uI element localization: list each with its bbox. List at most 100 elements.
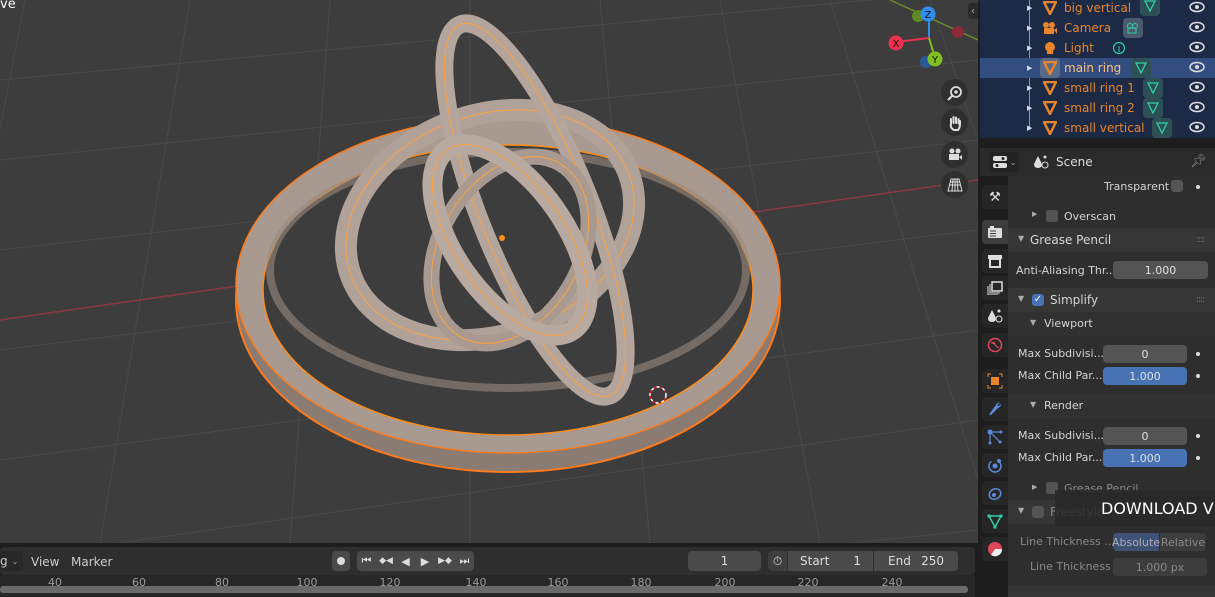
viewport-max-child-field[interactable]: 1.000: [1103, 367, 1187, 385]
3d-viewport[interactable]: Z X Y ve ‹: [0, 0, 978, 543]
timeline-mode-select[interactable]: g ⌄: [0, 551, 23, 571]
collapse-arrow-icon: ▼: [1030, 400, 1037, 409]
tab-view-layer[interactable]: [982, 276, 1008, 300]
outliner-item[interactable]: ▶ Camera: [980, 18, 1215, 38]
current-frame-field[interactable]: 1: [688, 551, 761, 571]
drag-handle-icon[interactable]: ::::: [1196, 295, 1205, 305]
viewport-max-child-label: Max Child Par...: [1018, 369, 1103, 382]
eye-visibility-icon[interactable]: [1189, 61, 1205, 76]
prev-keyframe-button[interactable]: ◆◀: [376, 551, 396, 571]
expand-arrow-icon[interactable]: ▶: [1027, 104, 1032, 112]
play-reverse-button[interactable]: ◀: [396, 551, 415, 571]
tab-output[interactable]: [982, 249, 1008, 273]
pan-button[interactable]: [941, 109, 968, 136]
modifier-icon: [989, 402, 1001, 415]
jump-start-button[interactable]: ⏮: [357, 551, 376, 571]
pin-icon[interactable]: 📌︎: [1190, 154, 1207, 169]
play-button[interactable]: ▶: [415, 551, 435, 571]
drag-handle-icon[interactable]: ::::: [1196, 235, 1205, 245]
expand-arrow-icon[interactable]: ▶: [1027, 24, 1032, 32]
overscan-checkbox[interactable]: [1046, 210, 1058, 222]
expand-arrow-icon[interactable]: ▶: [1027, 44, 1032, 52]
outliner-item-selected[interactable]: ▶ main ring: [980, 58, 1215, 78]
tab-object[interactable]: [982, 369, 1008, 393]
preview-range-button[interactable]: ⏱: [768, 551, 787, 571]
eye-visibility-icon[interactable]: [1189, 121, 1205, 136]
grease-pencil-panel-header[interactable]: ▼ Grease Pencil ::::: [1008, 228, 1215, 252]
render-max-child-field[interactable]: 1.000: [1103, 449, 1187, 467]
tab-particles[interactable]: [982, 425, 1008, 449]
viewport-max-subdiv-field[interactable]: 0: [1103, 345, 1187, 363]
tab-scene[interactable]: [982, 304, 1008, 328]
expand-arrow-icon[interactable]: ▶: [1032, 210, 1037, 218]
tool-icon: ⚒: [989, 189, 1001, 205]
mesh-object-icon: [1042, 0, 1058, 16]
expand-arrow-icon[interactable]: ▶: [1027, 84, 1032, 92]
keyframe-dot[interactable]: [1196, 434, 1200, 438]
tab-tool[interactable]: ⚒: [982, 185, 1008, 209]
keyframe-dot[interactable]: [1196, 374, 1200, 378]
next-keyframe-button[interactable]: ▶◆: [435, 551, 455, 571]
anti-aliasing-field[interactable]: 1.000: [1113, 261, 1208, 279]
context-label: Scene: [1056, 155, 1093, 169]
mesh-data-icon[interactable]: [1143, 98, 1163, 118]
mesh-data-icon[interactable]: [1131, 58, 1151, 78]
outliner-item[interactable]: ▶ small vertical: [980, 118, 1215, 138]
eye-visibility-icon[interactable]: [1189, 41, 1205, 56]
keyframe-dot[interactable]: [1196, 352, 1200, 356]
outliner-item[interactable]: ▶ small ring 1: [980, 78, 1215, 98]
render-subpanel-header[interactable]: ▼ Render: [1008, 394, 1215, 418]
tab-physics[interactable]: [982, 453, 1008, 477]
tab-object-data[interactable]: [982, 509, 1008, 533]
simplify-panel-header[interactable]: ▼ ✓ Simplify ::::: [1008, 288, 1215, 312]
light-data-icon[interactable]: [1112, 41, 1126, 58]
eye-visibility-icon[interactable]: [1189, 81, 1205, 96]
absolute-mode-button[interactable]: Absolute: [1112, 533, 1160, 551]
simplify-checkbox[interactable]: ✓: [1032, 294, 1044, 306]
expand-arrow-icon[interactable]: ▶: [1032, 483, 1037, 491]
render-max-subdiv-field[interactable]: 0: [1103, 427, 1187, 445]
tab-world[interactable]: [982, 333, 1008, 357]
keyframe-dot[interactable]: [1196, 185, 1200, 189]
mesh-data-icon[interactable]: [1152, 118, 1172, 138]
view-menu[interactable]: View: [31, 555, 59, 569]
start-frame-field[interactable]: Start 1: [788, 551, 873, 571]
tab-constraints[interactable]: [982, 481, 1008, 505]
gizmo-z-label: Z: [925, 10, 932, 21]
relative-mode-button[interactable]: Relative: [1160, 533, 1206, 551]
freestyle-checkbox[interactable]: [1032, 506, 1044, 518]
marker-menu[interactable]: Marker: [71, 555, 112, 569]
transparent-checkbox[interactable]: [1171, 180, 1183, 192]
editor-type-button[interactable]: ⌄: [989, 152, 1019, 172]
line-thickness-field[interactable]: 1.000 px: [1113, 558, 1207, 576]
end-frame-field[interactable]: End 250: [874, 551, 958, 571]
record-button[interactable]: [332, 551, 350, 571]
camera-data-icon[interactable]: [1123, 18, 1143, 38]
eye-visibility-icon[interactable]: [1189, 101, 1205, 116]
viewport-subpanel-header[interactable]: ▼ Viewport: [1008, 312, 1215, 336]
expand-arrow-icon[interactable]: ▶: [1027, 4, 1032, 12]
ortho-toggle-button[interactable]: [941, 171, 968, 198]
outliner-item[interactable]: ▶ big vertical: [980, 0, 1215, 18]
outliner-item[interactable]: ▶ Light: [980, 38, 1215, 58]
tab-material[interactable]: [982, 537, 1008, 561]
material-icon: [988, 542, 1003, 557]
keyframe-dot[interactable]: [1196, 456, 1200, 460]
expand-arrow-icon[interactable]: ▶: [1027, 64, 1032, 72]
camera-view-button[interactable]: [941, 141, 968, 168]
outliner-item[interactable]: ▶ small ring 2: [980, 98, 1215, 118]
eye-visibility-icon[interactable]: [1189, 1, 1205, 16]
tab-render[interactable]: [982, 220, 1008, 244]
zoom-button[interactable]: [941, 79, 968, 106]
eye-visibility-icon[interactable]: [1189, 21, 1205, 36]
sidebar-toggle-button[interactable]: ‹: [968, 3, 978, 19]
jump-end-button[interactable]: ⏭: [455, 551, 474, 571]
mesh-data-icon[interactable]: [1140, 0, 1160, 16]
gizmo-x-label: X: [893, 39, 900, 50]
tab-modifiers[interactable]: [982, 397, 1008, 421]
timeline-scrollbar[interactable]: [0, 586, 968, 593]
download-overlay[interactable]: DOWNLOAD VI: [1055, 490, 1215, 526]
mesh-data-icon[interactable]: [1143, 78, 1163, 98]
color-management-panel-header[interactable]: [1008, 586, 1215, 597]
expand-arrow-icon[interactable]: ▶: [1027, 124, 1032, 132]
